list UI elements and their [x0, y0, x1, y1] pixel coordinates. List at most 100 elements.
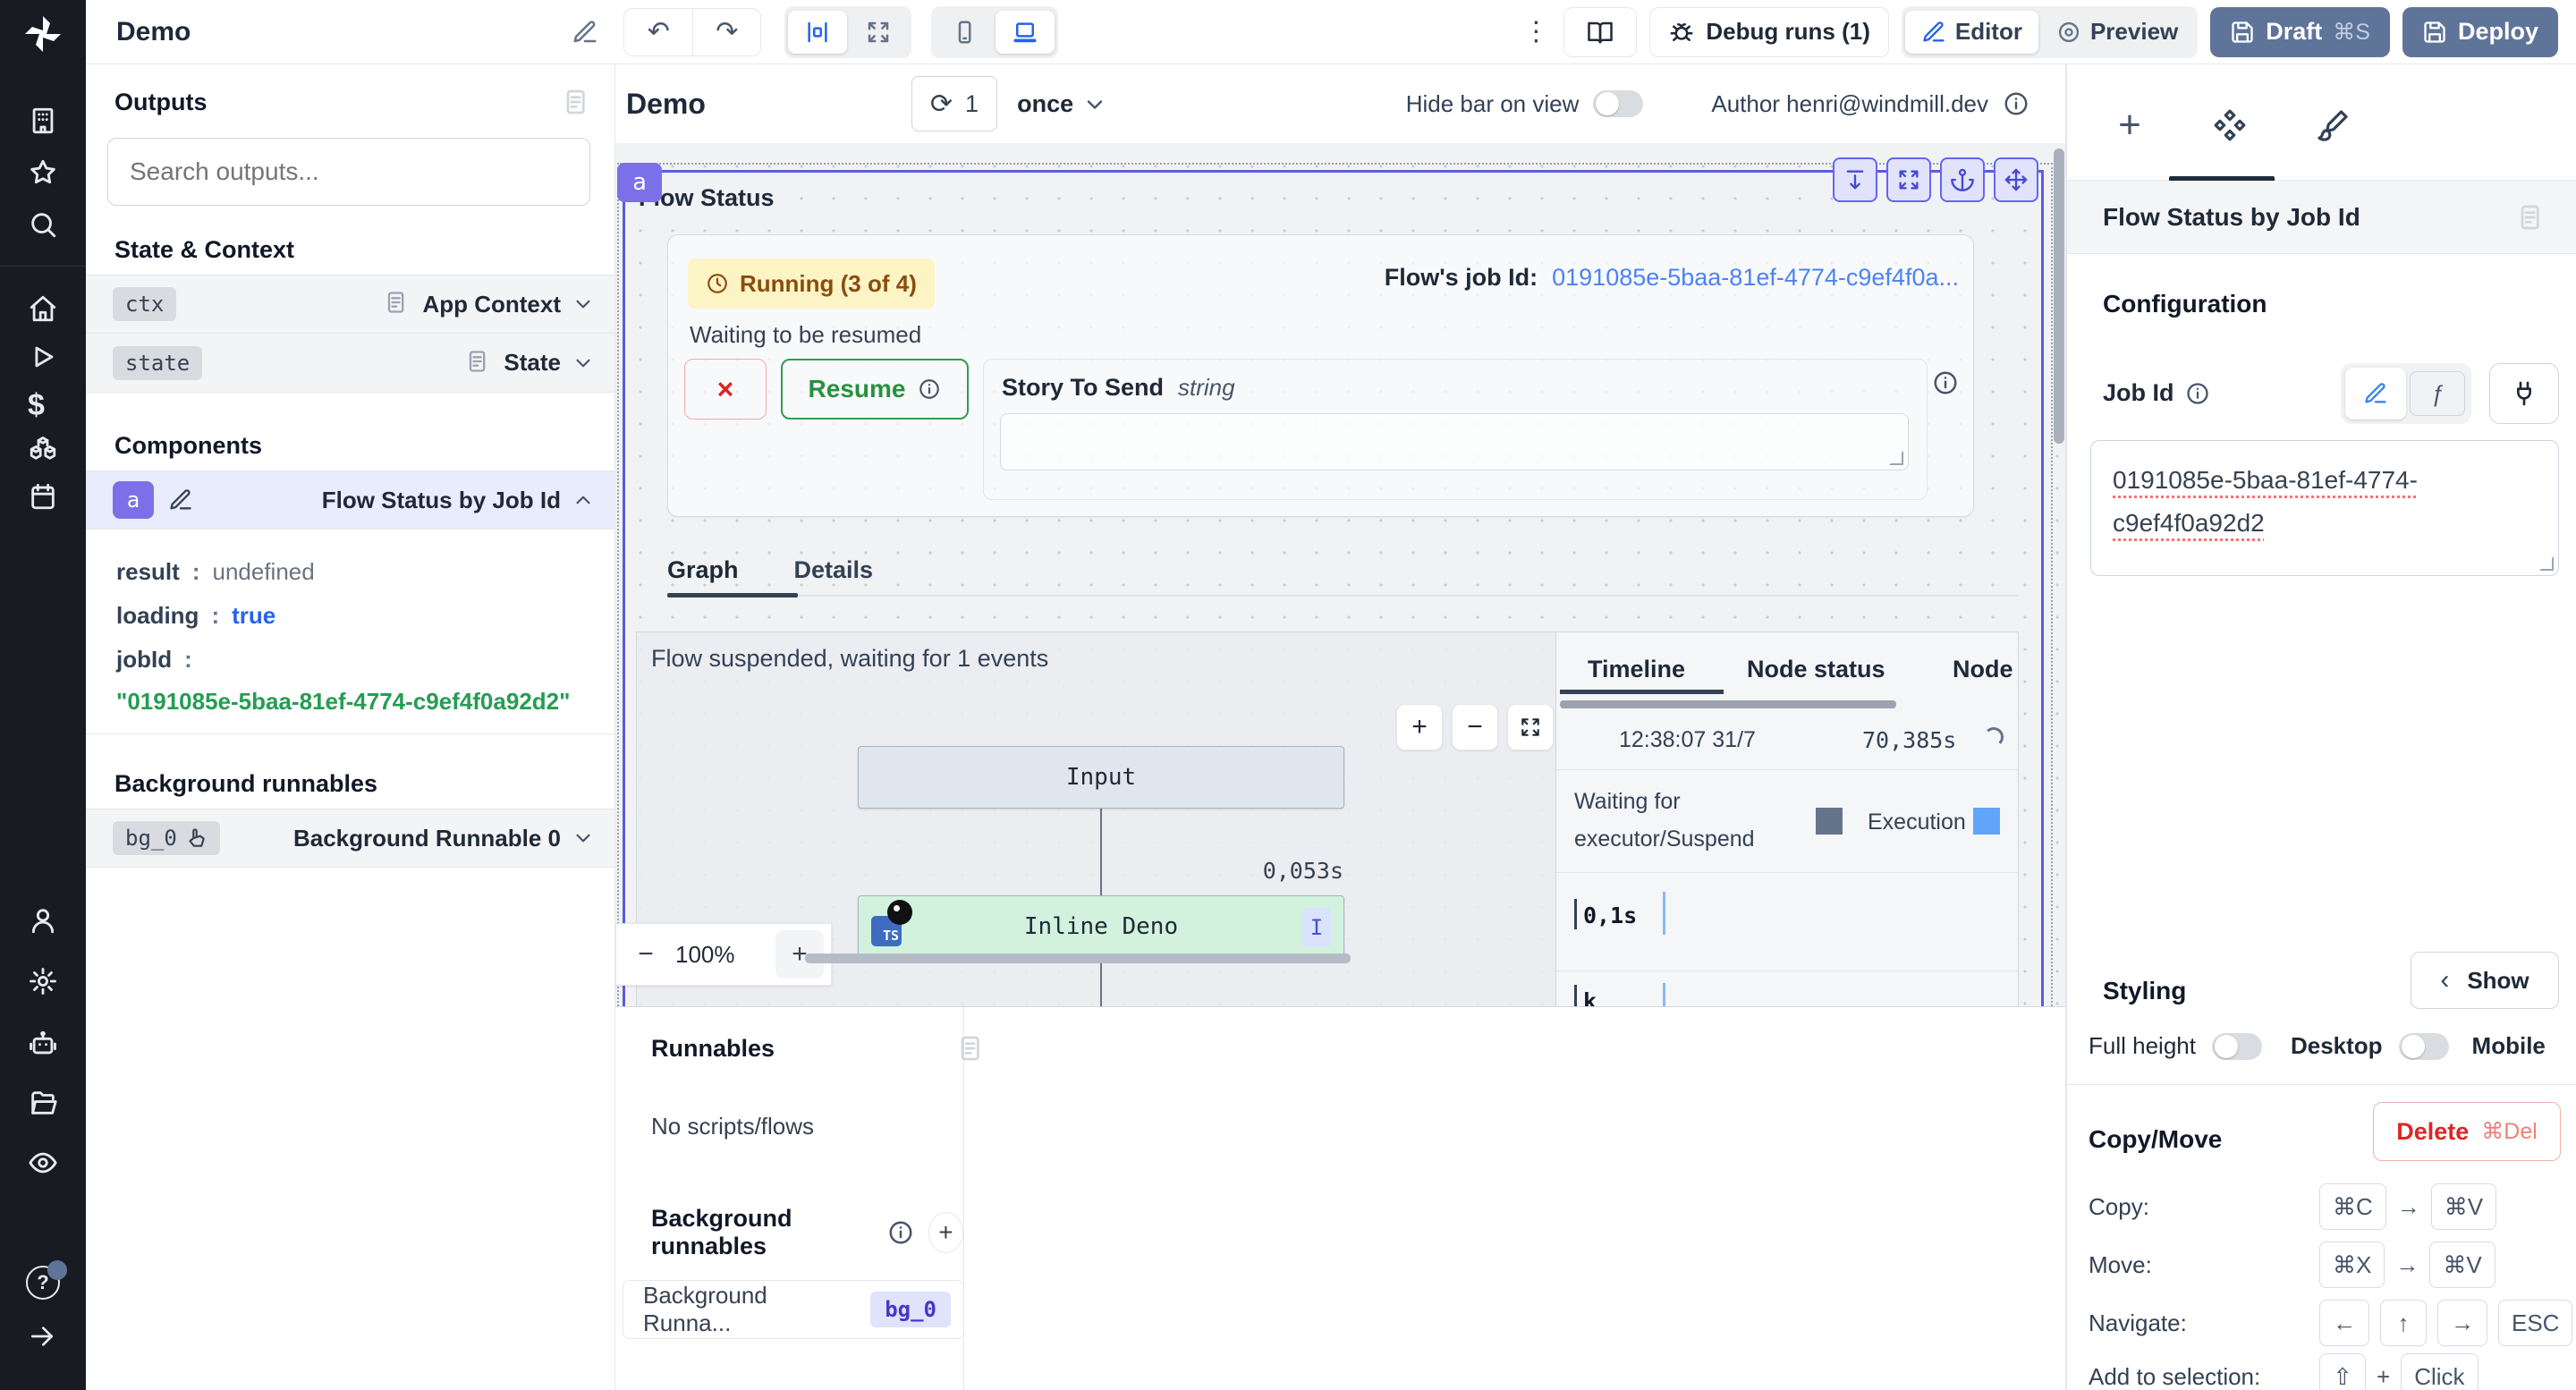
component-settings-tab[interactable] — [2210, 106, 2250, 145]
tab-node-status[interactable]: Node status — [1747, 656, 1885, 683]
cancel-flow-button[interactable]: × — [684, 359, 767, 420]
styling-tab[interactable] — [2313, 106, 2352, 145]
timeline-h-scrollbar[interactable] — [1560, 700, 1896, 708]
edit-title-icon[interactable] — [572, 19, 598, 46]
outputs-doc-icon[interactable] — [561, 88, 589, 116]
selected-component-tag[interactable]: a — [617, 163, 662, 202]
static-input-mode-button[interactable] — [2345, 368, 2406, 420]
expression-mode-button[interactable]: ƒ — [2410, 371, 2465, 416]
component-a-row[interactable]: a Flow Status by Job Id — [86, 470, 614, 530]
preview-tab[interactable]: Preview — [2040, 11, 2194, 54]
tabs-divider — [667, 595, 2019, 597]
favorites-icon[interactable] — [28, 157, 58, 188]
home-icon[interactable] — [28, 293, 58, 324]
chevron-down-icon[interactable] — [572, 826, 595, 850]
delete-component-button[interactable]: Delete ⌘Del — [2373, 1102, 2561, 1161]
resize-handle[interactable] — [1889, 451, 1903, 465]
desktop-view-button[interactable] — [996, 11, 1055, 54]
ai-robot-icon[interactable] — [28, 1029, 58, 1059]
author-text: Author henri@windmill.dev — [1711, 90, 1988, 118]
variables-icon[interactable]: $ — [28, 388, 58, 419]
runnables-doc-icon[interactable] — [955, 1034, 984, 1063]
folders-icon[interactable] — [28, 1088, 58, 1118]
search-icon[interactable] — [28, 209, 58, 240]
runs-icon[interactable] — [28, 342, 58, 372]
debug-runs-button[interactable]: Debug runs (1) — [1649, 7, 1888, 57]
graph-node-input[interactable]: Input — [858, 746, 1344, 809]
undo-button[interactable]: ↶ — [624, 9, 692, 55]
rename-component-icon[interactable] — [168, 487, 193, 513]
no-scripts-text: No scripts/flows — [651, 1113, 963, 1140]
audit-eye-icon[interactable] — [28, 1148, 58, 1178]
add-bg-runnable-button[interactable]: + — [928, 1212, 963, 1253]
centered-layout-button[interactable] — [788, 11, 847, 54]
timeline-row2-partial: k — [1583, 988, 1597, 1006]
graph-node-inline-deno[interactable]: TS Inline Deno I — [858, 895, 1344, 958]
full-height-toggle[interactable] — [2212, 1033, 2262, 1060]
connect-input-button[interactable] — [2489, 363, 2559, 424]
show-styling-button[interactable]: ‹ Show — [2411, 952, 2559, 1009]
resume-button[interactable]: Resume — [781, 359, 969, 420]
bg-runnable-item[interactable]: Background Runna... bg_0 — [623, 1280, 964, 1339]
deploy-button[interactable]: Deploy — [2402, 7, 2558, 57]
resources-icon[interactable] — [28, 435, 58, 465]
zoom-out-button[interactable]: − — [616, 939, 675, 970]
tab-node-truncated[interactable]: Node — [1953, 656, 2013, 683]
insert-component-tab[interactable]: + — [2110, 106, 2149, 145]
tab-timeline[interactable]: Timeline — [1588, 656, 1685, 683]
job-id-info-icon[interactable] — [2185, 381, 2210, 406]
chevron-down-icon[interactable] — [572, 292, 595, 316]
flow-jobid-link[interactable]: 0191085e-5baa-81ef-4774-c9ef4f0a... — [1552, 264, 1959, 292]
editor-tab[interactable]: Editor — [1905, 11, 2038, 54]
tab-details[interactable]: Details — [794, 556, 874, 584]
help-icon[interactable]: ? — [26, 1266, 60, 1300]
fullwidth-layout-button[interactable] — [849, 11, 908, 54]
ctx-label: App Context — [422, 291, 561, 318]
author-info-icon[interactable] — [2003, 90, 2029, 117]
search-outputs-input[interactable] — [107, 138, 590, 206]
schedule-dropdown[interactable]: once — [1017, 90, 1106, 118]
story-textarea[interactable] — [1000, 413, 1909, 470]
help-glyph: ? — [37, 1271, 48, 1294]
hide-bar-toggle[interactable] — [1593, 90, 1643, 117]
mobile-view-button[interactable] — [935, 11, 994, 54]
chevron-down-icon[interactable] — [572, 352, 595, 375]
refresh-counter[interactable]: ⟳ 1 — [911, 76, 997, 131]
chevron-up-icon[interactable] — [572, 488, 595, 512]
workspace-icon[interactable] — [28, 106, 58, 136]
canvas-header: Demo ⟳ 1 once Hide bar on view Author he… — [615, 64, 2065, 143]
job-id-textarea[interactable]: 0191085e-5baa-81ef-4774- c9ef4f0a92d2 — [2090, 440, 2559, 576]
ctx-row[interactable]: ctx App Context — [86, 275, 614, 334]
runnables-panel: Runnables No scripts/flows Background ru… — [615, 1006, 2065, 1390]
state-row[interactable]: state State — [86, 334, 614, 393]
navigate-label: Navigate: — [2089, 1309, 2187, 1337]
canvas-h-scrollbar[interactable] — [805, 954, 1351, 963]
fullscreen-button[interactable] — [1886, 157, 1931, 202]
bg0-row[interactable]: bg_0 Background Runnable 0 — [86, 809, 614, 868]
component-doc-icon[interactable] — [2515, 203, 2544, 232]
draft-button[interactable]: Draft ⌘S — [2210, 7, 2390, 57]
more-menu-icon[interactable]: ⋮ — [1521, 16, 1551, 47]
desktop-toggle[interactable] — [2399, 1033, 2449, 1060]
users-icon[interactable] — [28, 905, 58, 936]
windmill-logo-icon[interactable] — [21, 13, 64, 55]
story-info-icon[interactable] — [1932, 369, 1959, 396]
graph-zoom-out-button[interactable]: − — [1452, 704, 1498, 750]
redo-button[interactable]: ↷ — [692, 9, 760, 55]
bg-runnables-info-icon[interactable] — [887, 1219, 914, 1246]
schedules-icon[interactable] — [28, 481, 58, 512]
resize-handle[interactable] — [2539, 556, 2554, 571]
docs-button[interactable] — [1563, 7, 1637, 57]
move-handle-button[interactable] — [1994, 157, 2038, 202]
timeline-execution-tick — [1663, 983, 1665, 1006]
settings-icon[interactable] — [28, 966, 58, 996]
tab-graph[interactable]: Graph — [667, 556, 739, 584]
anchor-button[interactable] — [1940, 157, 1985, 202]
canvas-v-scrollbar[interactable] — [2054, 148, 2064, 444]
graph-zoom-in-button[interactable]: + — [1396, 704, 1443, 750]
expand-sidebar-icon[interactable] — [28, 1322, 58, 1352]
canvas-column: Demo ⟳ 1 once Hide bar on view Author he… — [615, 64, 2066, 1390]
graph-fit-button[interactable] — [1507, 704, 1554, 750]
expand-down-button[interactable] — [1833, 157, 1877, 202]
app-canvas[interactable]: a Flow Status Running (3 of 4) — [615, 143, 2065, 1006]
